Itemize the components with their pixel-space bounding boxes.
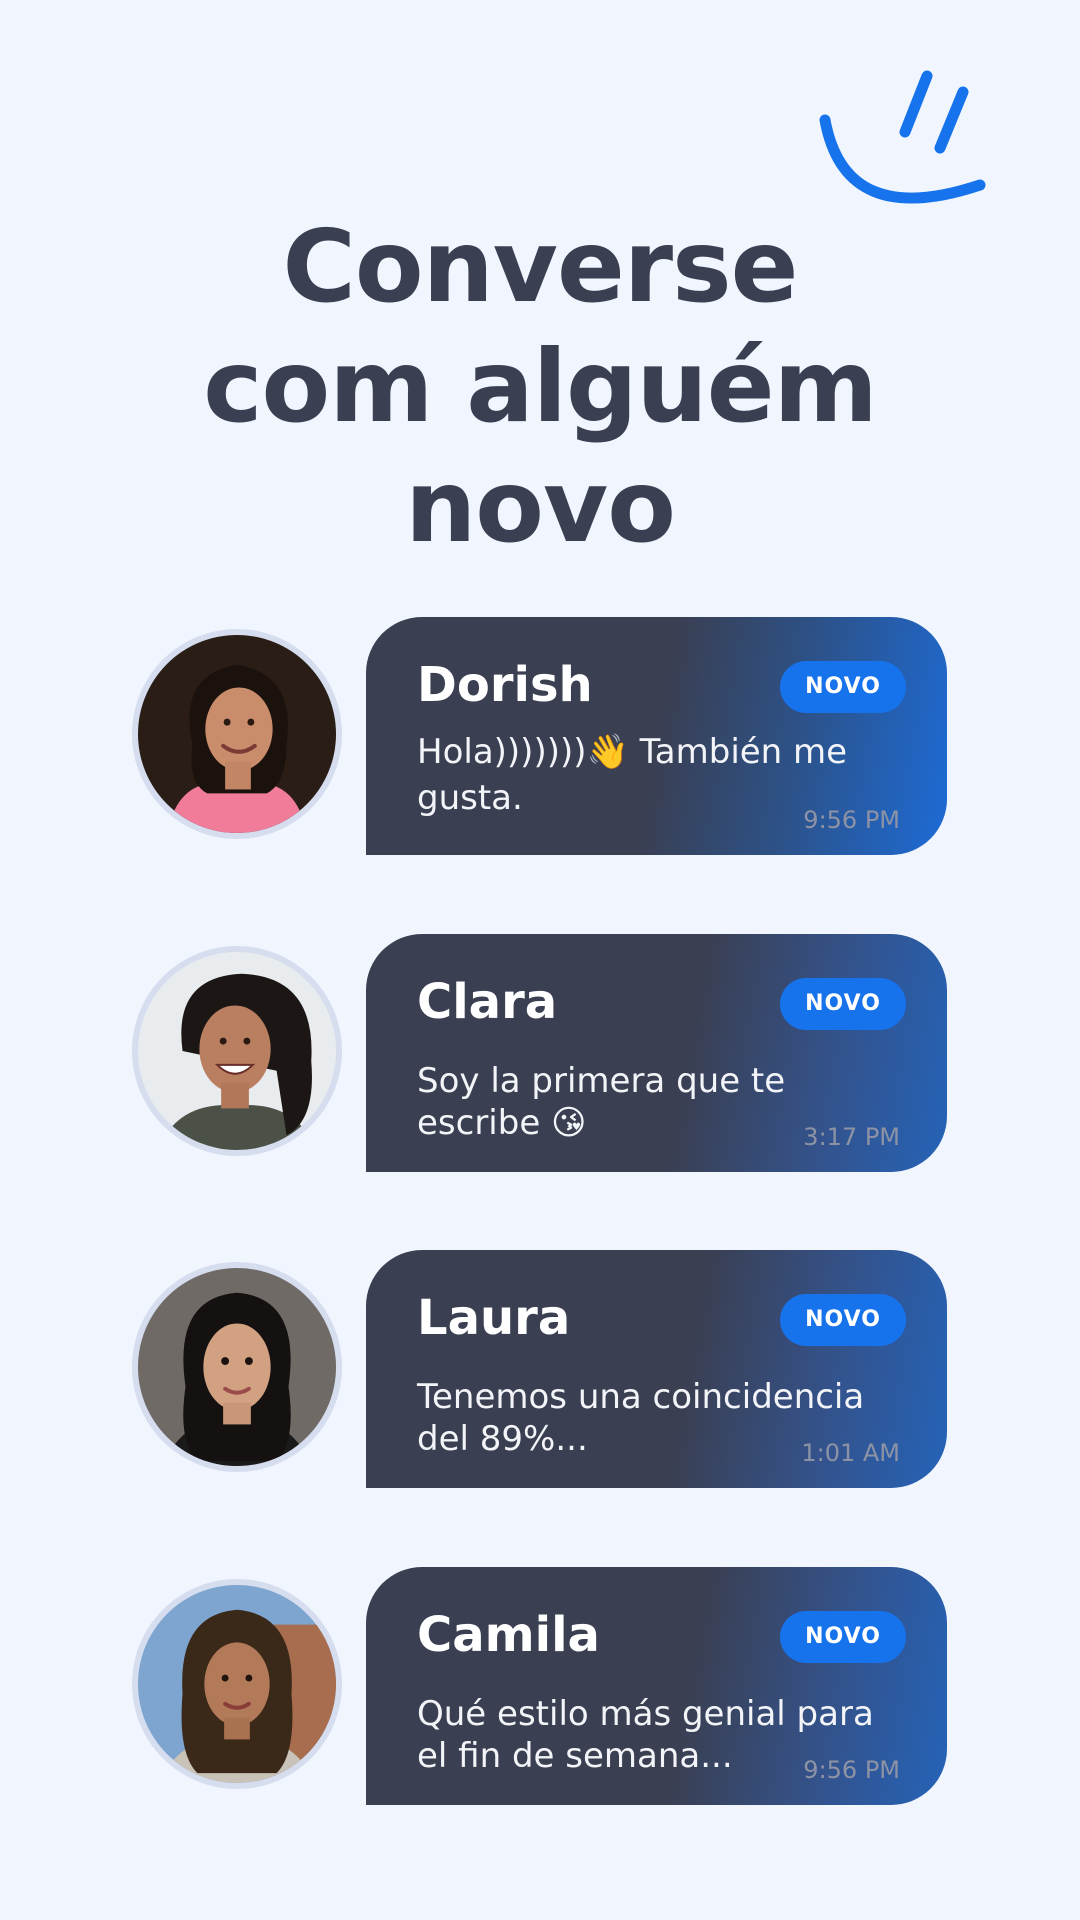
avatar[interactable] [132,629,342,839]
message-bubble[interactable]: Laura NOVO Tenemos una coincidencia del … [366,1250,947,1488]
message-bubble[interactable]: Dorish NOVO Hola)))))))👋 También me gust… [366,617,947,855]
title-line-3: novo [405,448,676,565]
chat-item-dorish[interactable]: Dorish NOVO Hola)))))))👋 También me gust… [132,617,947,855]
contact-name: Dorish [417,657,593,713]
profile-photo [138,1268,336,1466]
title-line-1: Converse [282,208,799,325]
message-time: 1:01 AM [801,1439,900,1467]
message-bubble[interactable]: Clara NOVO Soy la primera que te escribe… [366,934,947,1172]
title-line-2: com alguém [203,328,878,445]
chat-item-camila[interactable]: Camila NOVO Qué estilo más genial para e… [132,1567,947,1805]
new-badge: NOVO [780,1611,906,1663]
profile-photo [138,1585,336,1783]
avatar[interactable] [132,1262,342,1472]
chat-item-laura[interactable]: Laura NOVO Tenemos una coincidencia del … [132,1250,947,1488]
message-time: 9:56 PM [803,806,900,834]
chat-item-clara[interactable]: Clara NOVO Soy la primera que te escribe… [132,934,947,1172]
message-bubble[interactable]: Camila NOVO Qué estilo más genial para e… [366,1567,947,1805]
page-title: Converse com alguém novo [0,207,1080,567]
avatar[interactable] [132,946,342,1156]
contact-name: Clara [417,974,558,1030]
smile-logo-icon [819,70,986,204]
new-badge: NOVO [780,1294,906,1346]
message-time: 9:56 PM [803,1756,900,1784]
avatar[interactable] [132,1579,342,1789]
new-badge: NOVO [780,978,906,1030]
profile-photo [138,952,336,1150]
profile-photo [138,635,336,833]
contact-name: Camila [417,1607,600,1663]
new-badge: NOVO [780,661,906,713]
contact-name: Laura [417,1290,571,1346]
message-time: 3:17 PM [803,1123,900,1151]
